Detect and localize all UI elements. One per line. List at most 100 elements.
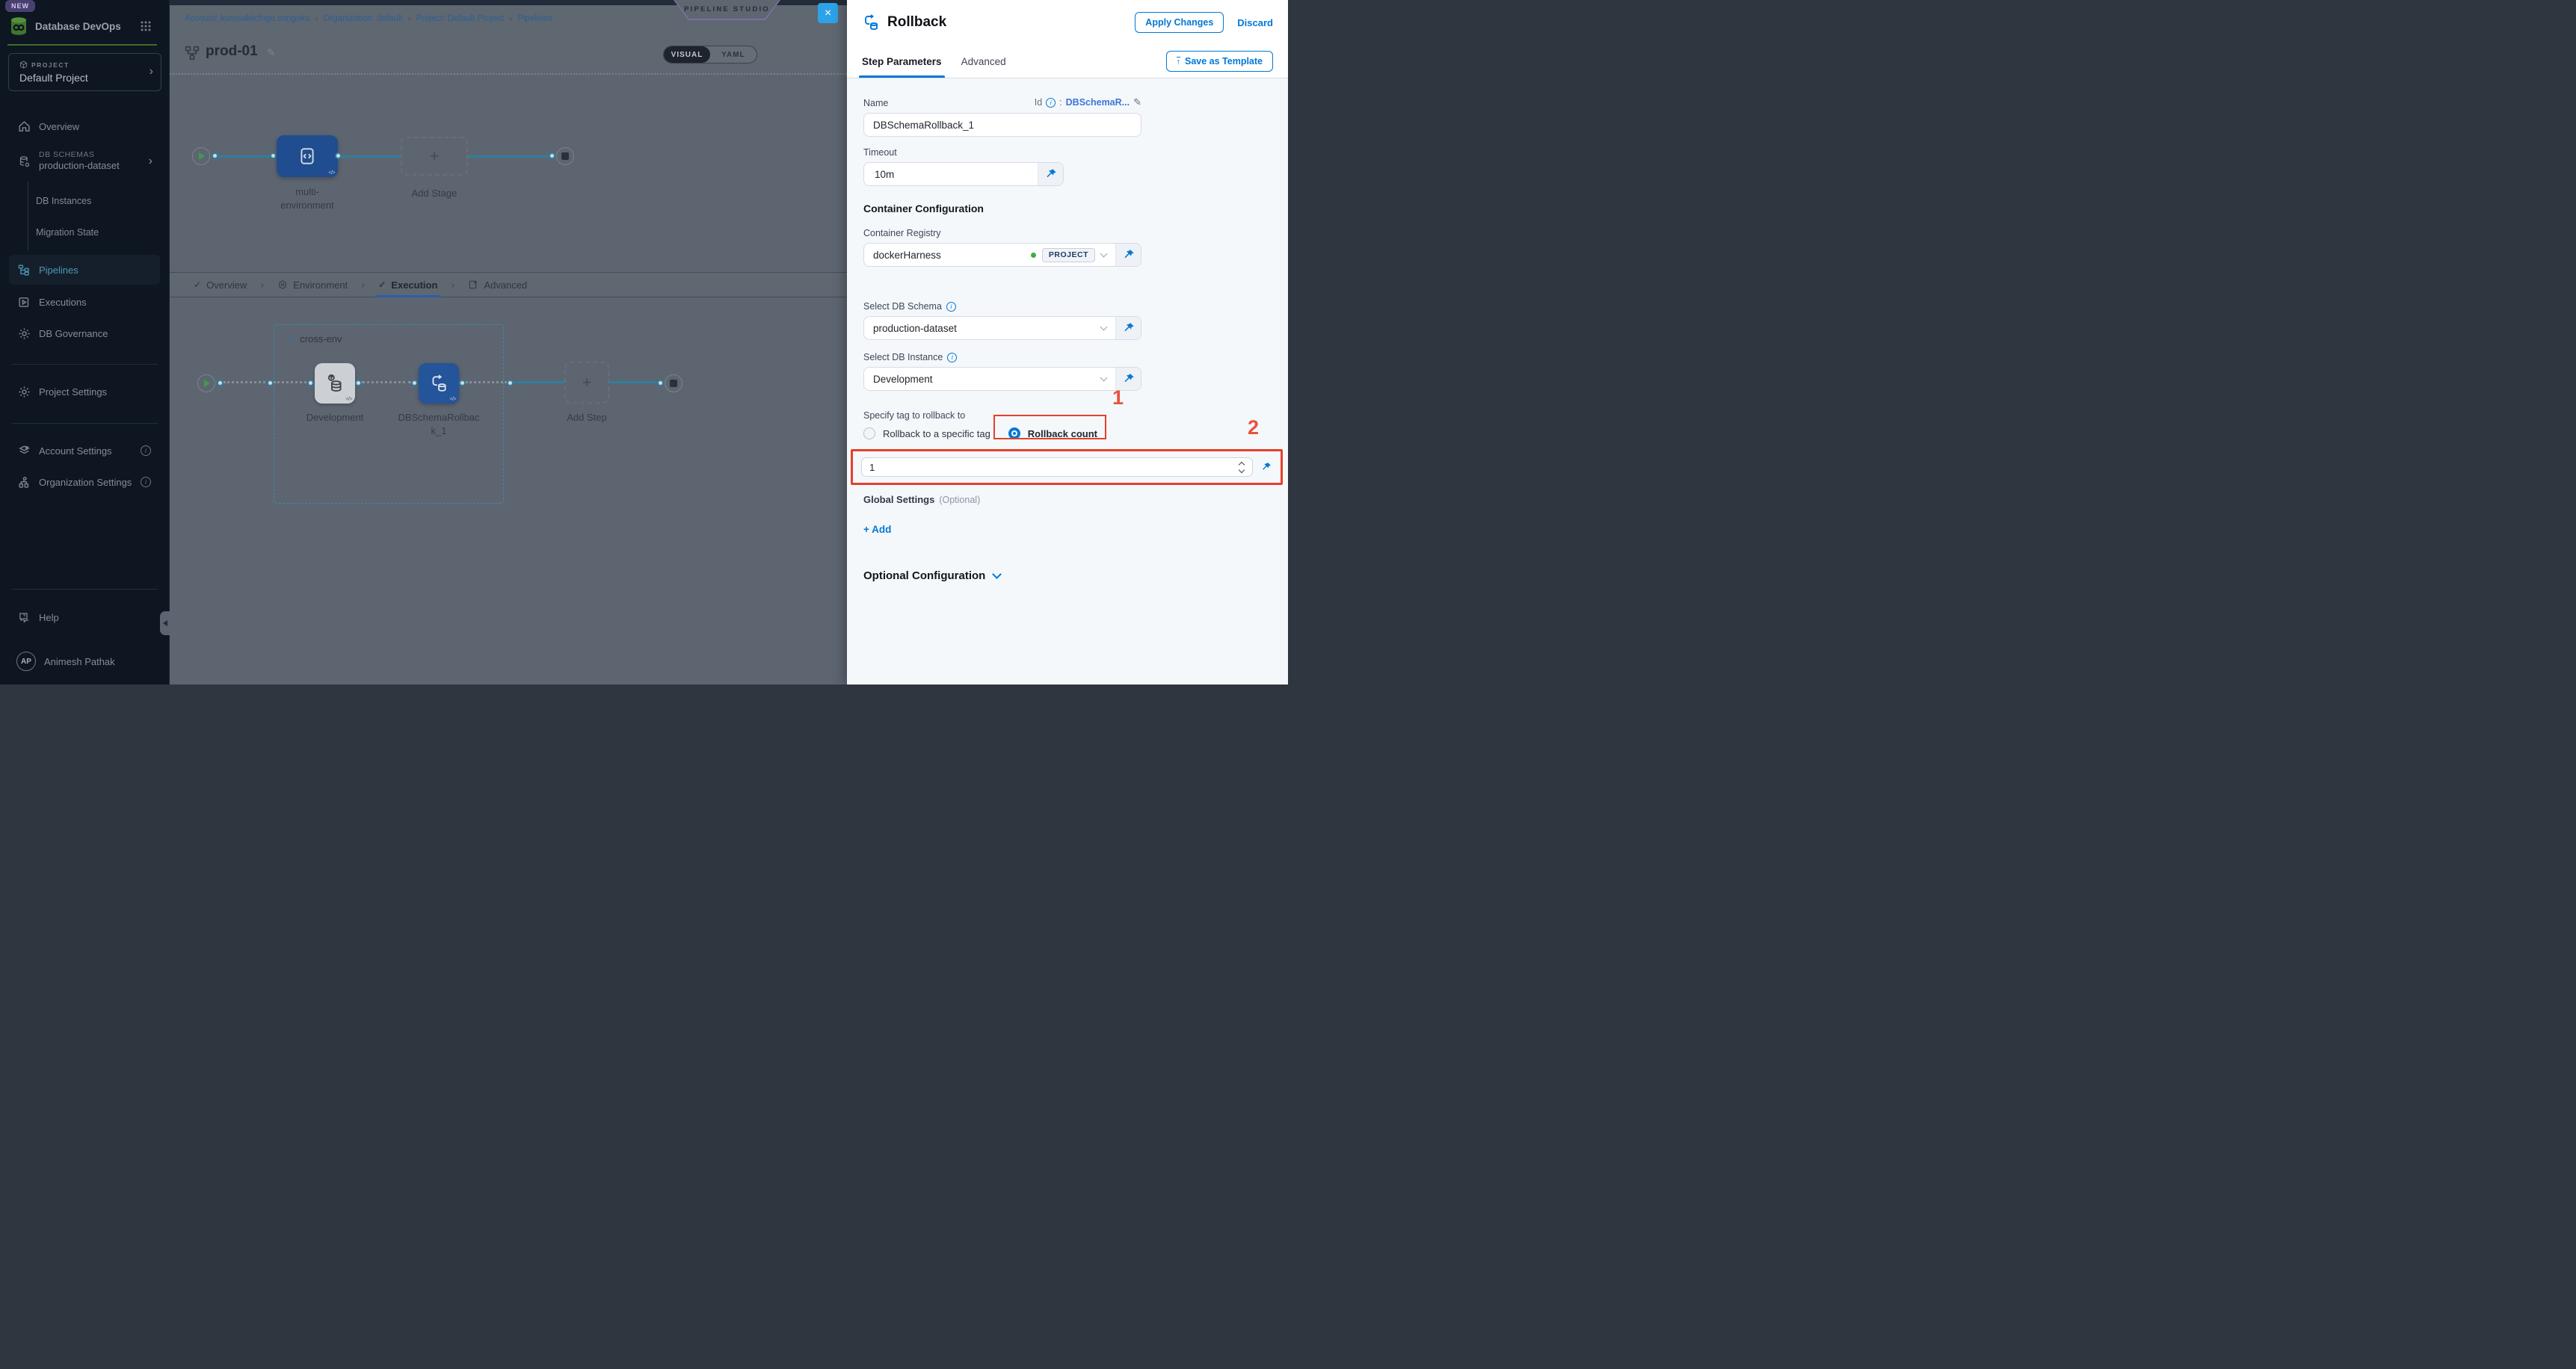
name-input[interactable] [863, 113, 1141, 137]
toggle-yaml[interactable]: YAML [710, 46, 757, 63]
stage-canvas: </> + multi-environment Add Stage [170, 75, 847, 272]
sidebar-item-project-settings[interactable]: Project Settings [9, 378, 160, 405]
module-grid-icon[interactable] [140, 20, 152, 32]
sidebar-item-organization-settings[interactable]: Organization Settings i [9, 469, 160, 495]
tab-step-parameters[interactable]: Step Parameters [862, 45, 942, 78]
schema-label: Select DB Schema [863, 301, 942, 312]
add-button[interactable]: + Add [863, 524, 1272, 535]
tab-execution[interactable]: ✓ Execution [368, 273, 448, 297]
pipeline-studio-badge: PIPELINE STUDIO [674, 0, 780, 20]
sidebar-item-help[interactable]: Help [9, 604, 160, 631]
execution-start-node[interactable] [197, 374, 215, 392]
registry-field[interactable]: dockerHarness PROJECT [863, 243, 1141, 267]
info-icon[interactable]: i [947, 353, 957, 362]
schema-select[interactable]: production-dataset [863, 316, 1141, 340]
breadcrumb-organization[interactable]: Organization: default [324, 14, 403, 23]
timeout-field [863, 162, 1064, 186]
pipeline-flow-icon [185, 46, 200, 61]
runtime-pin-button[interactable] [1115, 317, 1141, 339]
breadcrumb-account[interactable]: Account: kurosakiichigo.songoku [185, 14, 310, 23]
environment-icon [277, 279, 288, 290]
play-icon [204, 380, 210, 387]
code-badge: </> [328, 170, 335, 176]
panel-title: Rollback [887, 14, 946, 31]
close-drawer-button[interactable]: × [818, 3, 838, 23]
divider [11, 423, 158, 424]
connector [514, 381, 564, 383]
optional-configuration-toggle[interactable]: Optional Configuration [863, 569, 1272, 582]
connector-port [549, 152, 555, 159]
sidebar-item-db-governance[interactable]: DB Governance [9, 320, 160, 347]
tab-separator: › [257, 273, 267, 297]
runtime-pin-button[interactable] [1038, 163, 1063, 185]
add-step-button[interactable]: + [564, 362, 609, 404]
info-icon[interactable]: i [946, 302, 956, 312]
stepper-down-icon[interactable] [1239, 466, 1245, 472]
collapse-minus-icon[interactable]: − [288, 333, 294, 344]
annotation-box-rollback-count [993, 415, 1106, 439]
project-kicker: PROJECT [19, 61, 70, 69]
sidebar-collapse-handle[interactable] [160, 611, 170, 635]
radio-specific-tag[interactable] [863, 427, 875, 439]
execution-end-node[interactable] [665, 374, 682, 392]
new-badge: NEW [5, 0, 35, 12]
project-selector[interactable]: PROJECT Default Project › [8, 53, 161, 91]
tab-panel-advanced[interactable]: Advanced [961, 45, 1006, 78]
runtime-pin-button[interactable] [1115, 244, 1141, 266]
visual-yaml-toggle[interactable]: VISUAL YAML [663, 46, 757, 64]
sidebar-item-account-settings[interactable]: Account Settings i [9, 437, 160, 464]
user-menu[interactable]: AP Animesh Pathak [9, 646, 160, 677]
sidebar-item-migration-state[interactable]: Migration State [36, 221, 160, 244]
step-group-name: cross-env [300, 333, 342, 344]
add-stage-label: Add Stage [401, 187, 468, 200]
pipeline-title-row: prod-01 ✎ VISUAL YAML [170, 33, 847, 75]
connector-port [270, 152, 277, 159]
tab-separator: › [358, 273, 368, 297]
breadcrumb-pipelines[interactable]: Pipelines [517, 14, 552, 23]
edit-pencil-icon[interactable]: ✎ [1133, 96, 1141, 108]
add-stage-button[interactable]: + [401, 137, 468, 176]
collapse-arrow-icon [163, 620, 167, 626]
timeout-input[interactable] [873, 168, 1029, 181]
save-as-template-button[interactable]: ↑ Save as Template [1166, 51, 1274, 72]
edit-pencil-icon[interactable]: ✎ [267, 46, 276, 59]
advanced-icon [468, 279, 478, 290]
global-settings-optional: (Optional) [939, 495, 980, 505]
step-node-dbschemarollback[interactable]: </> [419, 363, 459, 404]
info-icon[interactable]: i [1046, 98, 1056, 108]
registry-label: Container Registry [863, 228, 1272, 238]
connector-port [507, 380, 514, 386]
sidebar-item-db-schemas[interactable]: DB SCHEMAS production-dataset › [9, 144, 160, 179]
sidebar-item-overview[interactable]: Overview [9, 113, 160, 140]
rollback-count-input[interactable] [861, 457, 1253, 477]
pipeline-start-node[interactable] [192, 147, 210, 165]
info-icon[interactable]: i [141, 445, 151, 456]
toggle-visual[interactable]: VISUAL [664, 46, 710, 63]
sidebar-item-pipelines[interactable]: Pipelines [9, 255, 160, 285]
info-icon[interactable]: i [141, 477, 151, 487]
logo-row[interactable]: Database DevOps [7, 13, 162, 39]
tab-advanced[interactable]: Advanced [457, 273, 537, 297]
stage-tabs: ✓ Overview › Environment › ✓ Execution ›… [170, 272, 847, 297]
breadcrumb-separator: › [315, 13, 318, 24]
sidebar-item-executions[interactable]: Executions [9, 288, 160, 315]
pipeline-end-node[interactable] [556, 147, 574, 165]
apply-changes-button[interactable]: Apply Changes [1135, 12, 1224, 33]
check-icon: ✓ [378, 279, 386, 290]
step-node-development[interactable]: </> [315, 363, 355, 404]
connector [216, 155, 276, 158]
execution-canvas: − cross-env </> </> + [170, 297, 847, 684]
number-stepper[interactable] [1236, 460, 1247, 474]
stage-node-multi-environment[interactable]: </> [277, 135, 338, 177]
instance-select[interactable]: Development [863, 367, 1141, 391]
step-group-header[interactable]: − cross-env [288, 333, 342, 344]
scope-badge: PROJECT [1042, 248, 1095, 262]
pin-icon[interactable] [1260, 460, 1272, 474]
radio-specific-tag-label[interactable]: Rollback to a specific tag [883, 428, 990, 439]
tab-environment[interactable]: Environment [267, 273, 358, 297]
tab-overview[interactable]: ✓ Overview [183, 273, 257, 297]
discard-button[interactable]: Discard [1237, 17, 1273, 28]
avatar: AP [16, 652, 36, 671]
sidebar-item-db-instances[interactable]: DB Instances [36, 190, 160, 212]
breadcrumb-project[interactable]: Project: Default Project [416, 14, 505, 23]
